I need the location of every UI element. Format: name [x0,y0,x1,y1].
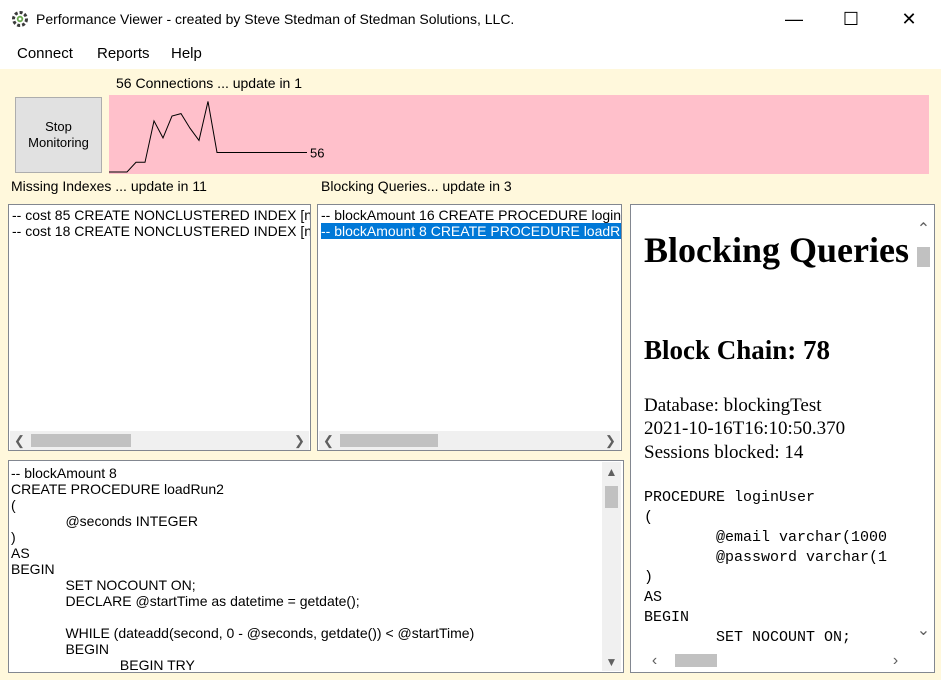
code-line: ) [11,529,16,545]
sessions-blocked-text: Sessions blocked: 14 [644,442,804,463]
code-line: @seconds INTEGER [11,513,198,529]
blocking-queries-label: Blocking Queries... update in 3 [321,178,512,194]
missing-indexes-list[interactable]: -- cost 85 CREATE NONCLUSTERED INDEX [nc… [8,204,311,451]
connections-chart-svg: 56 [109,101,324,173]
window-title: Performance Viewer - created by Steve St… [36,11,515,27]
connections-series-line [109,101,307,173]
list-item[interactable]: -- cost 18 CREATE NONCLUSTERED INDEX [nc [12,223,310,239]
report-code-line: @email varchar(1000 [644,529,888,546]
scroll-left-icon[interactable]: ❮ [10,431,29,450]
list-item[interactable]: -- blockAmount 16 CREATE PROCEDURE login… [321,207,621,223]
list-item[interactable]: -- cost 85 CREATE NONCLUSTERED INDEX [nc [12,207,310,223]
scroll-thumb[interactable] [31,434,131,447]
report-code-line: AS [644,589,663,606]
query-text-vscrollbar[interactable]: ▲ ▼ [602,462,621,671]
scroll-right-icon[interactable]: ❯ [601,431,620,450]
scroll-up-icon[interactable]: ▲ [602,462,621,481]
code-line: -- blockAmount 8 [11,465,117,481]
stop-monitoring-button[interactable]: Stop Monitoring [15,97,102,173]
title-bar: Performance Viewer - created by Steve St… [0,0,941,39]
report-code-line: PROCEDURE loginUser [644,489,816,506]
scroll-up-icon[interactable]: ⌃ [914,219,933,238]
scroll-thumb[interactable] [675,654,717,667]
code-line: CREATE PROCEDURE loadRun2 [11,481,224,497]
menu-connect[interactable]: Connect [17,45,73,62]
code-line: SET NOCOUNT ON; [11,577,196,593]
scroll-down-icon[interactable]: ▼ [602,652,621,671]
report-code-line: @password varchar(1 [644,549,888,566]
missing-indexes-hscrollbar[interactable]: ❮ ❯ [10,431,309,450]
gear-app-icon [12,11,28,27]
report-code-line: ( [644,509,654,526]
code-line: BEGIN [11,561,55,577]
query-text-box[interactable]: -- blockAmount 8 CREATE PROCEDURE loadRu… [8,460,624,673]
blocking-report-browser[interactable]: Blocking Queries Block Chain: 78 Databas… [630,204,935,673]
block-chain-heading: Block Chain: 78 [644,335,831,365]
missing-indexes-label: Missing Indexes ... update in 11 [11,178,207,194]
scroll-right-icon[interactable]: › [886,651,905,670]
scroll-left-icon[interactable]: ‹ [645,651,664,670]
blocking-queries-hscrollbar[interactable]: ❮ ❯ [319,431,620,450]
scroll-left-icon[interactable]: ❮ [319,431,338,450]
close-button[interactable]: ✕ [886,0,932,39]
scroll-thumb[interactable] [340,434,438,447]
report-hscrollbar[interactable]: ‹ › [645,651,905,670]
connections-chart: 56 [109,95,929,174]
report-title: Blocking Queries [644,230,910,270]
code-line: ( [11,497,16,513]
database-text: Database: blockingTest [644,395,822,416]
report-code-line: SET NOCOUNT ON; [644,629,852,646]
code-line: BEGIN TRY [11,657,195,673]
scroll-thumb[interactable] [605,486,618,508]
menu-bar: Connect Reports Help [0,39,941,69]
scroll-right-icon[interactable]: ❯ [290,431,309,450]
code-line: AS [11,545,30,561]
minimize-button[interactable]: — [771,0,817,39]
blocking-queries-list[interactable]: -- blockAmount 16 CREATE PROCEDURE login… [317,204,622,451]
connections-label: 56 Connections ... update in 1 [116,75,303,91]
report-code-line: ) [644,569,654,586]
maximize-button[interactable]: ☐ [828,0,874,39]
code-line: WHILE (dateadd(second, 0 - @seconds, get… [11,625,475,641]
menu-help[interactable]: Help [171,45,202,62]
connections-end-label: 56 [310,146,324,161]
report-code-line: BEGIN [644,609,690,626]
stop-monitoring-label: Stop Monitoring [28,119,89,150]
code-line: DECLARE @startTime as datetime = getdate… [11,593,360,609]
list-item-selected[interactable]: -- blockAmount 8 CREATE PROCEDURE loadRu [321,223,621,239]
report-vscrollbar[interactable]: ⌃ ⌄ [914,219,933,639]
scroll-down-icon[interactable]: ⌄ [914,620,933,639]
scroll-thumb[interactable] [917,247,930,267]
timestamp-text: 2021-10-16T16:10:50.370 [644,418,846,439]
code-line: BEGIN [11,641,110,657]
menu-reports[interactable]: Reports [97,45,150,62]
